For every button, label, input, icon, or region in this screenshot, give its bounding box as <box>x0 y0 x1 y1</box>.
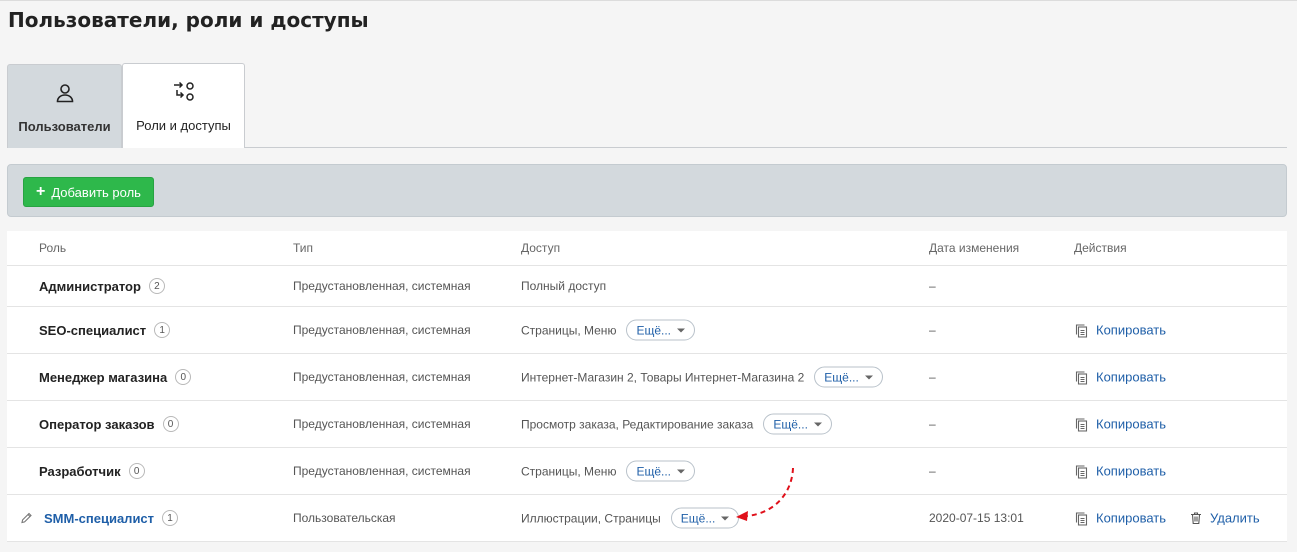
user-count-badge: 2 <box>148 278 165 294</box>
copy-label: Копировать <box>1096 510 1166 526</box>
role-access: Страницы, Меню <box>521 464 617 478</box>
copy-role-button[interactable]: Копировать <box>1075 511 1166 526</box>
copy-label: Копировать <box>1096 322 1166 338</box>
more-access-label: Ещё... <box>636 464 671 478</box>
role-access: Иллюстрации, Страницы <box>521 511 661 525</box>
chevron-down-icon <box>813 422 822 426</box>
chevron-down-icon <box>677 469 685 473</box>
tab-bar: Пользователи Роли и доступы <box>7 63 1287 148</box>
copy-icon <box>1075 464 1088 478</box>
copy-role-button[interactable]: Копировать <box>1075 370 1166 385</box>
role-name-link[interactable]: SMM-специалист <box>44 511 154 526</box>
role-date: – <box>929 370 936 384</box>
copy-role-button[interactable]: Копировать <box>1075 323 1166 338</box>
copy-role-button[interactable]: Копировать <box>1075 464 1166 479</box>
tab-roles-access-label: Роли и доступы <box>136 118 231 133</box>
more-access-label: Ещё... <box>680 511 716 525</box>
user-count-badge: 0 <box>128 463 145 479</box>
role-access: Страницы, Меню <box>521 323 617 337</box>
delete-role-button[interactable]: Удалить <box>1190 511 1260 526</box>
table-row: Менеджер магазина 0 Предустановленная, с… <box>7 354 1287 401</box>
role-type: Предустановленная, системная <box>293 370 471 384</box>
column-header-actions: Действия <box>1074 241 1127 255</box>
column-header-type: Тип <box>293 241 314 255</box>
more-access-button[interactable]: Ещё... <box>626 319 695 341</box>
page-title: Пользователи, роли и доступы <box>8 8 369 32</box>
tab-roles-access[interactable]: Роли и доступы <box>122 63 245 148</box>
role-name: Оператор заказов <box>39 416 155 432</box>
tab-users-label: Пользователи <box>18 119 111 134</box>
copy-icon <box>1075 323 1088 337</box>
role-name: Менеджер магазина <box>39 369 168 385</box>
pencil-icon[interactable] <box>20 512 33 525</box>
roles-access-icon <box>173 81 194 101</box>
role-name: Администратор <box>39 278 141 294</box>
trash-icon <box>1191 512 1201 525</box>
top-divider <box>0 0 1297 1</box>
table-header: Роль Тип Доступ Дата изменения Действия <box>7 231 1287 266</box>
role-name: SEO-специалист <box>39 322 147 338</box>
toolbar: + Добавить роль <box>7 164 1287 217</box>
tab-users[interactable]: Пользователи <box>7 64 122 148</box>
role-type: Предустановленная, системная <box>293 323 471 337</box>
more-access-button[interactable]: Ещё... <box>626 460 695 482</box>
copy-icon <box>1075 417 1088 431</box>
role-access: Просмотр заказа, Редактирование заказа <box>521 417 754 431</box>
user-count-badge: 0 <box>162 416 179 432</box>
copy-role-button[interactable]: Копировать <box>1075 417 1166 432</box>
more-access-label: Ещё... <box>636 323 671 337</box>
chevron-down-icon <box>864 375 873 379</box>
more-access-label: Ещё... <box>773 417 808 431</box>
role-date: – <box>929 323 936 337</box>
column-header-role: Роль <box>39 241 67 255</box>
role-type: Предустановленная, системная <box>293 279 471 293</box>
more-access-label: Ещё... <box>824 370 859 384</box>
user-icon <box>56 84 73 103</box>
role-date: – <box>929 417 936 431</box>
chevron-down-icon <box>721 516 730 520</box>
role-date: – <box>929 279 936 293</box>
role-name: Разработчик <box>39 463 121 479</box>
delete-label: Удалить <box>1210 510 1260 526</box>
user-count-badge: 1 <box>154 322 171 338</box>
copy-label: Копировать <box>1096 416 1166 432</box>
add-role-button[interactable]: + Добавить роль <box>23 177 154 207</box>
copy-label: Копировать <box>1096 369 1166 385</box>
role-type: Пользовательская <box>293 511 396 525</box>
copy-icon <box>1075 511 1088 525</box>
user-count-badge: 1 <box>162 510 179 526</box>
copy-label: Копировать <box>1096 463 1166 479</box>
table-row: SEO-специалист 1 Предустановленная, сист… <box>7 307 1287 354</box>
column-header-access: Доступ <box>521 241 561 255</box>
table-row: Оператор заказов 0 Предустановленная, си… <box>7 401 1287 448</box>
role-date: 2020-07-15 13:01 <box>929 511 1024 525</box>
role-type: Предустановленная, системная <box>293 464 471 478</box>
more-access-button[interactable]: Ещё... <box>763 413 832 435</box>
roles-table: Роль Тип Доступ Дата изменения Действия … <box>7 231 1287 542</box>
role-date: – <box>929 464 936 478</box>
role-access: Интернет-Магазин 2, Товары Интернет-Мага… <box>521 370 805 384</box>
role-type: Предустановленная, системная <box>293 417 471 431</box>
add-role-label: Добавить роль <box>51 184 141 200</box>
table-row: Разработчик 0 Предустановленная, системн… <box>7 448 1287 495</box>
column-header-date: Дата изменения <box>929 241 1020 255</box>
table-row: SMM-специалист 1 Пользовательская Иллюст… <box>7 495 1287 542</box>
annotation-arrow <box>736 467 794 521</box>
table-row: Администратор 2 Предустановленная, систе… <box>7 266 1287 307</box>
more-access-button[interactable]: Ещё... <box>814 366 883 388</box>
role-access: Полный доступ <box>521 279 607 293</box>
copy-icon <box>1075 370 1088 384</box>
user-count-badge: 0 <box>175 369 192 385</box>
chevron-down-icon <box>677 328 685 332</box>
plus-icon: + <box>36 183 46 200</box>
